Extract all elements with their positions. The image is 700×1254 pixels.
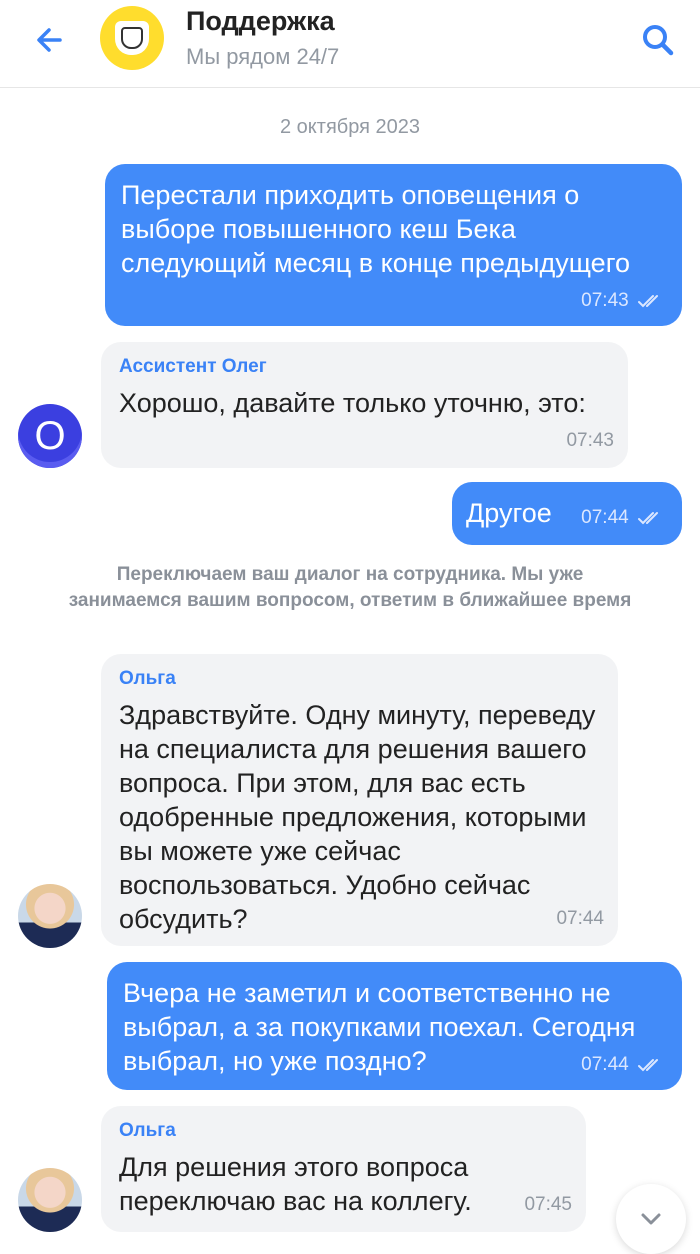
date-separator: 2 октября 2023 — [280, 116, 420, 138]
message-text: Хорошо, давайте только уточню, это: — [119, 388, 586, 418]
message-bubble-outgoing[interactable]: Перестали приходить оповещения о выборе … — [105, 164, 682, 326]
avatar — [18, 1168, 82, 1232]
message-text: Перестали приходить оповещения о выборе … — [121, 180, 630, 278]
search-button[interactable] — [636, 18, 680, 62]
support-logo — [100, 6, 164, 70]
message-bubble-outgoing[interactable]: Другое 07:44 — [452, 482, 682, 545]
message-bubble-outgoing[interactable]: Вчера не заметил и соответственно не выб… — [107, 962, 682, 1090]
message-text: Здравствуйте. Одну минуту, переведу на с… — [119, 700, 596, 934]
message-time: 07:44 — [581, 1054, 664, 1076]
message-text: Для решения этого вопроса переключаю вас… — [119, 1152, 472, 1216]
message-bubble-incoming[interactable]: Ольга Здравствуйте. Одну минуту, перевед… — [101, 654, 618, 946]
message-time: 07:44 — [581, 507, 664, 529]
message-bubble-incoming[interactable]: Ассистент Олег Хорошо, давайте только ут… — [101, 342, 628, 468]
message-time: 07:45 — [524, 1194, 572, 1215]
back-button[interactable] — [30, 20, 70, 60]
sender-name: Ольга — [119, 668, 176, 689]
scroll-down-button[interactable] — [616, 1184, 686, 1254]
message-time: 07:44 — [556, 908, 604, 929]
page-title: Поддержка — [186, 6, 335, 36]
double-check-icon — [638, 294, 658, 308]
avatar — [18, 884, 82, 948]
avatar: О — [18, 404, 82, 468]
double-check-icon — [638, 511, 658, 525]
double-check-icon — [638, 1058, 658, 1072]
system-message: Переключаем ваш диалог на сотрудника. Мы… — [68, 564, 632, 611]
search-icon — [643, 25, 674, 56]
sender-name: Ассистент Олег — [119, 356, 267, 377]
page-subtitle: Мы рядом 24/7 — [186, 44, 340, 69]
arrow-left-icon — [37, 28, 62, 52]
message-time: 07:43 — [581, 290, 664, 312]
shield-icon — [115, 21, 149, 55]
sender-name: Ольга — [119, 1120, 176, 1141]
chevron-down-icon — [641, 1213, 661, 1225]
message-time: 07:43 — [566, 430, 614, 451]
chat-header: Поддержка Мы рядом 24/7 — [0, 0, 700, 88]
message-bubble-incoming[interactable]: Ольга Для решения этого вопроса переключ… — [101, 1106, 586, 1232]
